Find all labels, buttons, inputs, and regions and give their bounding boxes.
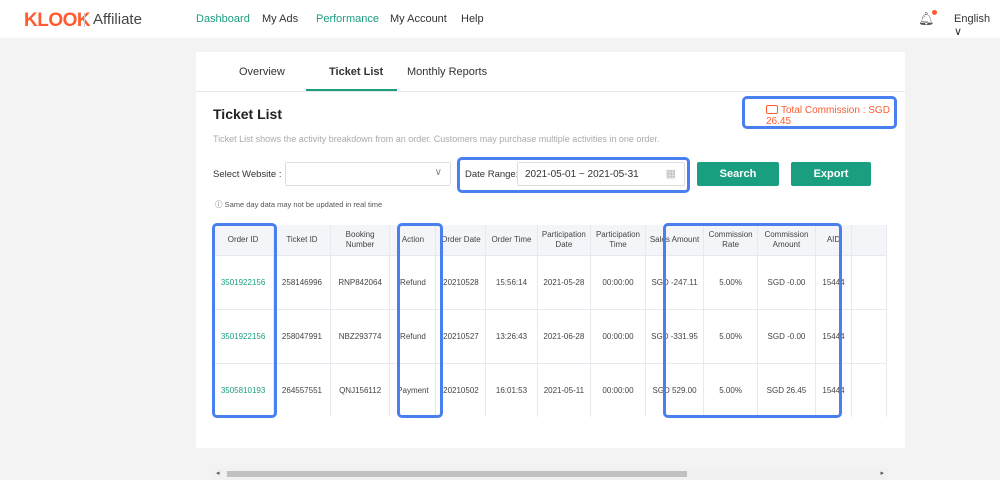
divider xyxy=(84,13,85,27)
column-header: Booking Number xyxy=(330,225,391,255)
table-cell: 15:56:14 xyxy=(485,254,538,309)
table-cell xyxy=(851,362,887,417)
table-cell xyxy=(851,308,887,363)
table-cell: 20210528 xyxy=(435,254,487,309)
column-header: Ticket ID xyxy=(273,225,331,255)
table-cell: 00:00:00 xyxy=(590,362,646,417)
nav-help[interactable]: Help xyxy=(461,13,484,25)
scroll-right-icon[interactable]: ▸ xyxy=(880,469,884,477)
klook-logo[interactable]: KLOOK xyxy=(24,10,91,32)
table-cell: 2021-05-28 xyxy=(537,254,592,309)
column-header: Participation Date xyxy=(537,225,592,255)
table-cell: 20210527 xyxy=(435,308,487,363)
nav-my-ads[interactable]: My Ads xyxy=(262,13,298,25)
highlight-action-column xyxy=(397,223,443,418)
bell-icon[interactable]: 🔔︎ xyxy=(918,10,937,27)
column-header: Order Time xyxy=(485,225,538,255)
top-header: KLOOK Affiliate Dashboard My Ads Perform… xyxy=(0,0,1000,38)
table-cell: 13:26:43 xyxy=(485,308,538,363)
table-cell: 2021-05-11 xyxy=(537,362,592,417)
table-cell: 2021-06-28 xyxy=(537,308,592,363)
highlight-date-range xyxy=(457,157,690,193)
info-note: ⓘ Same day data may not be updated in re… xyxy=(215,200,383,209)
table-cell: 00:00:00 xyxy=(590,308,646,363)
export-button[interactable]: Export xyxy=(791,162,871,186)
website-label: Select Website : xyxy=(213,169,282,180)
column-header: Participation Time xyxy=(590,225,646,255)
table-cell: 258146996 xyxy=(273,254,331,309)
divider xyxy=(196,91,905,92)
column-header xyxy=(851,225,887,255)
scroll-left-icon[interactable]: ◂ xyxy=(216,469,220,477)
nav-performance[interactable]: Performance xyxy=(316,13,379,25)
table-cell: NBZ293774 xyxy=(330,308,391,363)
tab-monthly-reports[interactable]: Monthly Reports xyxy=(407,66,487,78)
chevron-down-icon: ∨ xyxy=(434,167,442,178)
scrollbar-thumb[interactable] xyxy=(227,471,687,477)
table-cell xyxy=(851,254,887,309)
website-select[interactable]: ∨ xyxy=(285,162,451,186)
tab-overview[interactable]: Overview xyxy=(239,66,285,78)
language-select[interactable]: English ∨ xyxy=(954,13,1000,38)
highlight-total-commission xyxy=(742,96,897,129)
nav-my-account[interactable]: My Account xyxy=(390,13,447,25)
page-description: Ticket List shows the activity breakdown… xyxy=(213,134,660,144)
highlight-commission-columns xyxy=(663,223,842,418)
page-title: Ticket List xyxy=(213,106,282,122)
table-cell: 16:01:53 xyxy=(485,362,538,417)
table-cell: RNP842064 xyxy=(330,254,391,309)
column-header: Order Date xyxy=(435,225,487,255)
table-cell: QNJ156112 xyxy=(330,362,391,417)
nav-dashboard[interactable]: Dashboard xyxy=(196,13,250,25)
table-cell: 00:00:00 xyxy=(590,254,646,309)
table-cell: 264557551 xyxy=(273,362,331,417)
table-cell: 20210502 xyxy=(435,362,487,417)
search-button[interactable]: Search xyxy=(697,162,779,186)
product-name: Affiliate xyxy=(93,11,142,28)
highlight-order-id-column xyxy=(212,223,277,418)
table-cell: 258047991 xyxy=(273,308,331,363)
tab-ticket-list[interactable]: Ticket List xyxy=(329,66,383,78)
horizontal-scrollbar[interactable]: ◂ ▸ xyxy=(213,468,887,480)
